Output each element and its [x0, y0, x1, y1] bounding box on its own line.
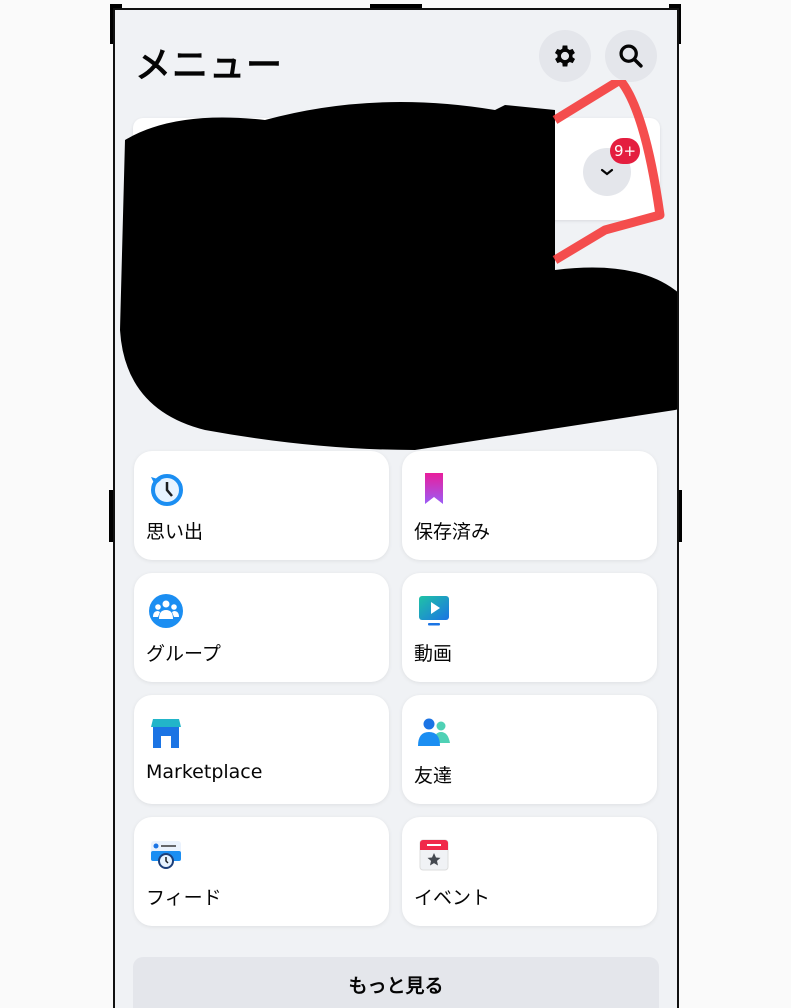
see-more-button[interactable]: もっと見る	[133, 957, 659, 1008]
shortcut-label: グループ	[146, 643, 221, 665]
friends-icon	[418, 718, 450, 746]
shortcut-label: 保存済み	[414, 521, 491, 543]
shortcut-groups[interactable]: グループ	[134, 573, 389, 682]
shortcut-events[interactable]: イベント	[402, 817, 657, 926]
marketplace-store-icon	[151, 719, 181, 748]
calendar-star-icon	[419, 839, 449, 871]
menu-screen: メニュー 9+ 思い出 保存済み グループ 動画 Marketplace 友達 …	[113, 8, 679, 1008]
feed-icon	[151, 841, 181, 869]
shortcut-memories[interactable]: 思い出	[134, 451, 389, 560]
shortcut-label: イベント	[414, 887, 491, 909]
shortcut-label: 動画	[414, 643, 453, 665]
shortcut-label: 思い出	[146, 521, 204, 543]
settings-button[interactable]	[539, 30, 591, 82]
shortcut-saved[interactable]: 保存済み	[402, 451, 657, 560]
shortcut-label: フィード	[146, 887, 222, 909]
gear-icon	[554, 45, 576, 67]
shortcut-label: Marketplace	[146, 761, 263, 783]
search-button[interactable]	[605, 30, 657, 82]
shortcut-video[interactable]: 動画	[402, 573, 657, 682]
memories-clock-icon	[151, 474, 183, 506]
shortcut-marketplace[interactable]: Marketplace	[134, 695, 389, 804]
shortcut-feed[interactable]: フィード	[134, 817, 389, 926]
shortcut-label: 友達	[414, 765, 453, 787]
redaction-overlay	[120, 80, 677, 450]
search-icon	[619, 44, 643, 68]
bookmark-icon	[425, 473, 443, 504]
video-icon	[419, 596, 449, 626]
shortcut-friends[interactable]: 友達	[402, 695, 657, 804]
groups-icon	[149, 594, 183, 628]
